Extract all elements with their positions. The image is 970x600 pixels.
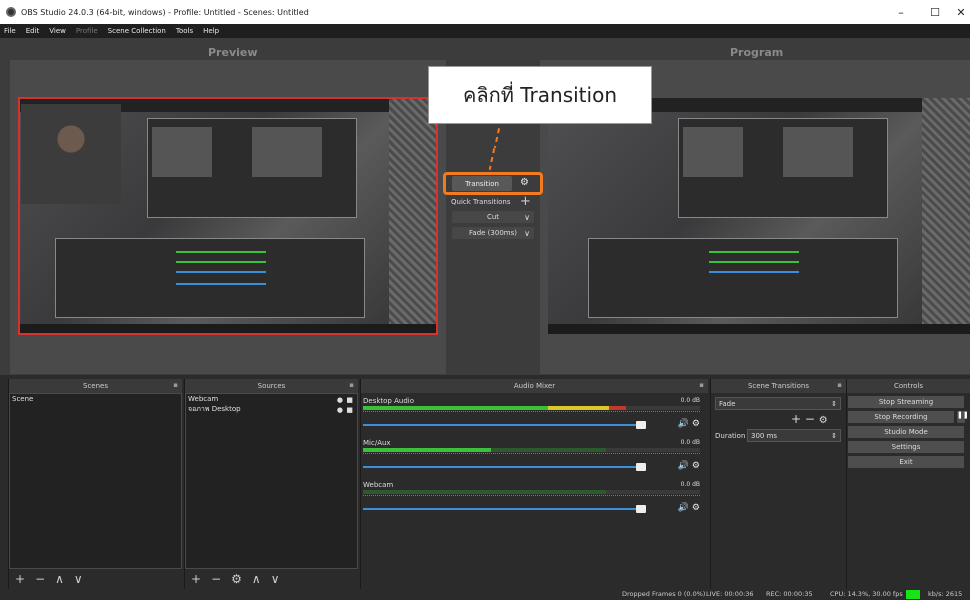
obs-logo-icon: [6, 7, 16, 17]
remove-icon[interactable]: −: [211, 572, 221, 586]
scene-transitions-dock: Scene Transitions ▪ Fade ⇕ + − ⚙ Duration …: [710, 379, 846, 589]
lock-icon[interactable]: ■: [346, 405, 353, 415]
sources-title: Sources: [257, 382, 286, 390]
audio-mixer-dock: Audio Mixer ▪ Desktop Audio 0.0 dB 🔊 ⚙ Mi…: [360, 379, 708, 589]
dock-float-icon[interactable]: ▪: [837, 381, 842, 389]
exit-button[interactable]: Exit: [848, 456, 964, 468]
title-bar: OBS Studio 24.0.3 (64-bit, windows) - Pr…: [0, 0, 970, 24]
instruction-callout: คลิกที่ Transition: [428, 66, 652, 124]
gear-icon[interactable]: ⚙: [692, 419, 700, 429]
settings-button[interactable]: Settings: [848, 441, 964, 453]
scenes-dock: Scenes ▪ Scene + − ∧ ∨: [8, 379, 182, 589]
program-label: Program: [730, 46, 784, 59]
mixer-channel-mic: Mic/Aux 0.0 dB 🔊 ⚙: [363, 439, 700, 471]
spin-arrows-icon: ⇕: [831, 432, 837, 440]
volume-slider[interactable]: [363, 466, 646, 468]
close-button[interactable]: ✕: [944, 0, 970, 24]
quick-transitions-label: Quick Transitions: [451, 198, 511, 206]
bitrate: kb/s: 2615: [928, 590, 963, 598]
menu-scene-collection[interactable]: Scene Collection: [108, 27, 166, 35]
mixer-channel-webcam: Webcam 0.0 dB 🔊 ⚙: [363, 481, 700, 513]
spin-arrows-icon: ⇕: [831, 400, 837, 408]
dock-float-icon[interactable]: ▪: [699, 381, 704, 389]
chevron-down-icon: ∨: [524, 212, 530, 222]
scenes-list: Scene: [9, 393, 182, 569]
transition-select[interactable]: Fade ⇕: [715, 397, 841, 410]
menu-bar: File Edit View Profile Scene Collection …: [0, 24, 970, 38]
menu-tools[interactable]: Tools: [176, 27, 193, 35]
rec-time: REC: 00:00:35: [766, 590, 813, 598]
level-meter: [363, 448, 700, 452]
gear-icon[interactable]: ⚙: [231, 572, 242, 586]
minimize-button[interactable]: –: [884, 0, 918, 24]
duration-input[interactable]: 300 ms ⇕: [747, 429, 841, 442]
volume-slider[interactable]: [363, 508, 646, 510]
volume-knob[interactable]: [636, 505, 646, 513]
dropped-frames: Dropped Frames 0 (0.0%): [622, 590, 706, 598]
scene-item[interactable]: Scene: [10, 394, 181, 404]
cpu-usage: CPU: 14.3%, 30.00 fps: [830, 590, 903, 598]
eye-icon[interactable]: ●: [337, 405, 343, 415]
gear-icon[interactable]: ⚙: [692, 503, 700, 513]
studio-mode-button[interactable]: Studio Mode: [848, 426, 964, 438]
quick-transitions-add-icon[interactable]: +: [520, 194, 531, 209]
chevron-down-icon: ∨: [524, 228, 530, 238]
move-down-icon[interactable]: ∨: [271, 572, 280, 586]
transition-highlight-box: [443, 172, 543, 195]
duration-label: Duration: [715, 432, 746, 440]
source-item[interactable]: จอภาพ Desktop ● ■: [186, 404, 357, 414]
add-icon[interactable]: +: [791, 412, 801, 426]
move-down-icon[interactable]: ∨: [74, 572, 83, 586]
quick-transition-fade[interactable]: Fade (300ms) ∨: [452, 227, 534, 239]
mixer-channel-desktop: Desktop Audio 0.0 dB 🔊 ⚙: [363, 397, 700, 429]
controls-title: Controls: [894, 382, 923, 390]
source-item[interactable]: Webcam ● ■: [186, 394, 357, 404]
stop-streaming-button[interactable]: Stop Streaming: [848, 396, 964, 408]
move-up-icon[interactable]: ∧: [55, 572, 64, 586]
live-time: LIVE: 00:00:36: [706, 590, 754, 598]
remove-icon[interactable]: −: [35, 572, 45, 586]
remove-icon[interactable]: −: [805, 412, 815, 426]
volume-slider[interactable]: [363, 424, 646, 426]
volume-knob[interactable]: [636, 421, 646, 429]
sources-list: Webcam ● ■ จอภาพ Desktop ● ■: [185, 393, 358, 569]
source-selection-box[interactable]: [18, 97, 438, 335]
audio-mixer-title: Audio Mixer: [513, 382, 556, 390]
pause-recording-icon[interactable]: ❚❚: [957, 411, 969, 423]
menu-edit[interactable]: Edit: [26, 27, 40, 35]
dock-float-icon[interactable]: ▪: [349, 381, 354, 389]
gear-icon[interactable]: ⚙: [692, 461, 700, 471]
stream-health-indicator: [906, 590, 920, 599]
scenes-title: Scenes: [83, 382, 108, 390]
speaker-icon[interactable]: 🔊: [678, 503, 689, 513]
add-icon[interactable]: +: [191, 572, 201, 586]
preview-label: Preview: [208, 46, 258, 59]
add-icon[interactable]: +: [15, 572, 25, 586]
window-title: OBS Studio 24.0.3 (64-bit, windows) - Pr…: [21, 7, 309, 17]
gear-icon[interactable]: ⚙: [819, 415, 828, 426]
dock-float-icon[interactable]: ▪: [173, 381, 178, 389]
scene-transitions-title: Scene Transitions: [747, 382, 810, 390]
level-meter: [363, 406, 700, 410]
sources-dock: Sources ▪ Webcam ● ■ จอภาพ Desktop ● ■ + − ⚙ …: [184, 379, 358, 589]
move-up-icon[interactable]: ∧: [252, 572, 261, 586]
speaker-icon[interactable]: 🔊: [678, 419, 689, 429]
program-screen-capture: [548, 98, 970, 334]
quick-transition-cut[interactable]: Cut ∨: [452, 211, 534, 223]
status-bar: Dropped Frames 0 (0.0%) LIVE: 00:00:36 R…: [0, 589, 970, 600]
volume-knob[interactable]: [636, 463, 646, 471]
menu-help[interactable]: Help: [203, 27, 219, 35]
stop-recording-button[interactable]: Stop Recording: [848, 411, 954, 423]
speaker-icon[interactable]: 🔊: [678, 461, 689, 471]
menu-file[interactable]: File: [4, 27, 16, 35]
menu-view[interactable]: View: [49, 27, 66, 35]
menu-profile[interactable]: Profile: [76, 27, 98, 35]
level-meter: [363, 490, 700, 494]
